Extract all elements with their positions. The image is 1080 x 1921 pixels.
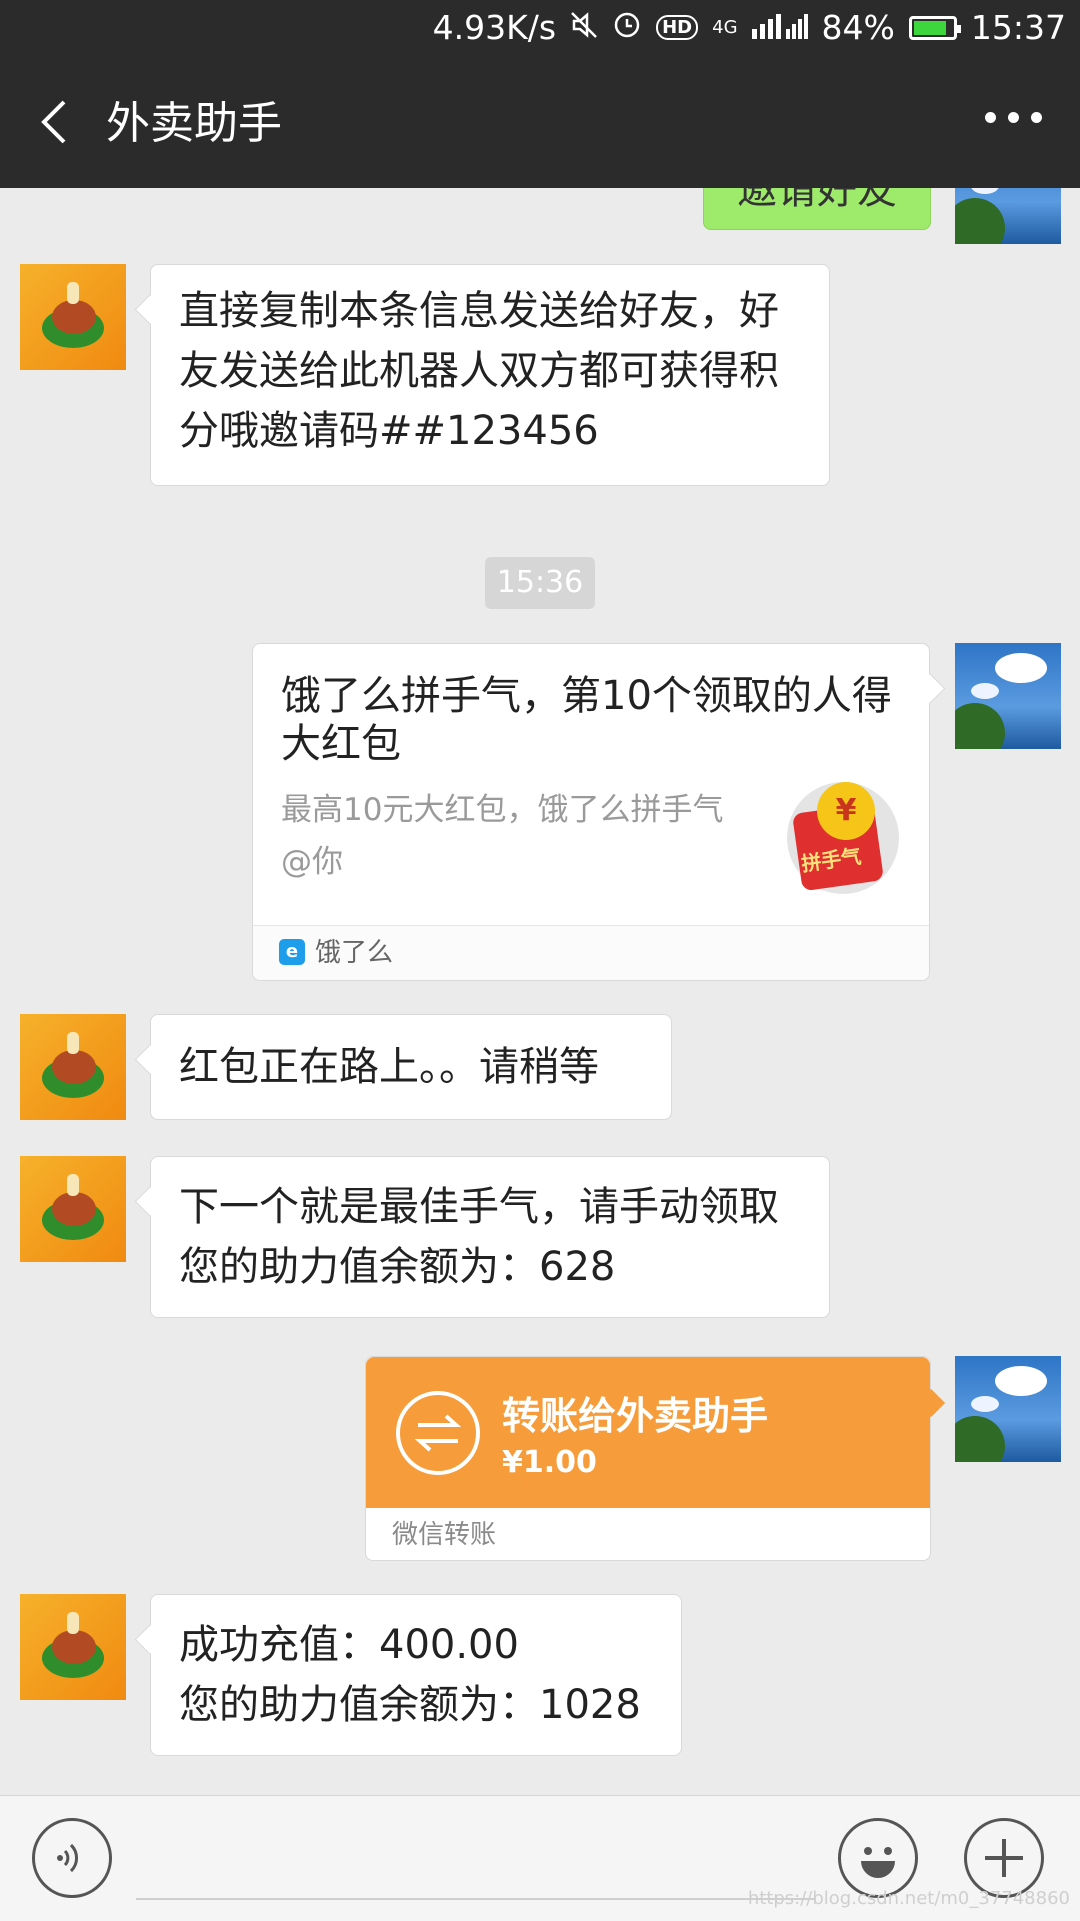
transfer-title: 转账给外卖助手 [502,1394,769,1438]
chat-header: 外卖助手 [0,62,1080,188]
eleme-logo-icon: e [279,939,305,965]
bot-avatar[interactable] [20,1014,126,1120]
alarm-icon [612,8,642,47]
emoji-button[interactable] [838,1818,918,1898]
back-arrow-icon[interactable] [38,100,72,144]
my-avatar[interactable] [955,643,1061,749]
message-input[interactable] [136,1898,816,1900]
plus-icon [985,1839,1023,1877]
my-avatar[interactable] [955,188,1061,244]
red-packet-share-card[interactable]: 饿了么拼手气，第10个领取的人得大红包 最高10元大红包，饿了么拼手气@你 ¥ … [252,643,930,981]
mute-icon [570,8,598,47]
status-icons: 4.93K/s HD 4G 84% 15:37 [433,8,1066,47]
network-type: 4G [712,17,738,38]
battery-percent: 84% [821,8,895,47]
hd-icon: HD [656,15,699,40]
voice-input-button[interactable] [32,1818,112,1898]
more-options-icon[interactable] [985,112,1042,123]
network-speed: 4.93K/s [432,8,557,47]
my-avatar[interactable] [955,1356,1061,1462]
sent-message-partial[interactable]: 邀请好友 [703,188,931,230]
card-source-name: 饿了么 [315,938,394,968]
clock: 15:37 [970,8,1066,47]
bot-avatar[interactable] [20,1156,126,1262]
input-toolbar: https://blog.csdn.net/m0_37748860 [0,1795,1080,1921]
wechat-transfer-card[interactable]: 转账给外卖助手 ¥1.00 微信转账 [365,1356,931,1561]
smiley-icon [861,1847,895,1878]
received-message-balance[interactable]: 下一个就是最佳手气，请手动领取 您的助力值余额为：628 [150,1156,830,1318]
received-message-invite-code[interactable]: 直接复制本条信息发送给好友，好 友发送给此机器人双方都可获得积 分哦邀请码##1… [150,264,830,486]
signal-icon [751,8,808,47]
more-functions-button[interactable] [964,1818,1044,1898]
timestamp: 15:36 [485,557,595,609]
card-description: 最高10元大红包，饿了么拼手气@你 [281,792,724,880]
card-title: 饿了么拼手气，第10个领取的人得大红包 [281,673,892,767]
status-bar: 4.93K/s HD 4G 84% 15:37 [0,0,1080,62]
transfer-footer: 微信转账 [392,1520,497,1550]
message-list[interactable]: 邀请好友 直接复制本条信息发送给好友，好 友发送给此机器人双方都可获得积 分哦邀… [0,188,1080,1795]
voice-icon [57,1843,78,1873]
red-packet-icon: ¥ 拼手气 [787,782,899,894]
transfer-icon [396,1391,480,1475]
bot-avatar[interactable] [20,264,126,370]
bot-avatar[interactable] [20,1594,126,1700]
received-message-recharge[interactable]: 成功充值：400.00 您的助力值余额为：1028 [150,1594,682,1756]
chat-title: 外卖助手 [106,98,282,149]
transfer-amount: ¥1.00 [502,1445,597,1480]
received-message-on-the-way[interactable]: 红包正在路上。。请稍等 [150,1014,672,1120]
watermark: https://blog.csdn.net/m0_37748860 [747,1888,1070,1909]
card-source: e 饿了么 [253,925,929,980]
battery-icon [908,15,961,40]
